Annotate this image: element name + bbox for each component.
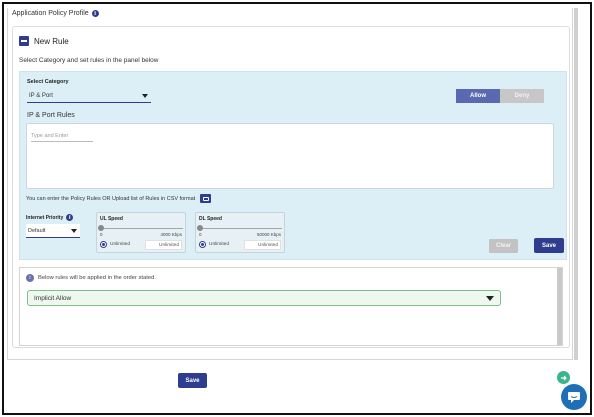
page-title-row: Application Policy Profile i [12,10,99,17]
rules-order-text: Below rules will be applied in the order… [38,275,156,281]
internet-priority-dropdown[interactable]: Default [26,224,80,238]
new-rule-header[interactable]: New Rule [19,36,69,46]
new-rule-heading: New Rule [34,36,69,46]
dl-speed-box: DL Speed 0 50000 Kbps Unlimited Unlimite… [195,212,285,253]
select-category-dropdown[interactable]: IP & Port [27,89,151,103]
csv-upload-row: You can enter the Policy Rules OR Upload… [26,194,212,203]
new-rule-card: New Rule Select Category and set rules i… [12,26,570,348]
dl-speed-label: DL Speed [199,216,222,222]
csv-hint: You can enter the Policy Rules OR Upload… [26,195,196,202]
collapse-icon[interactable] [19,36,29,46]
dl-speed-slider-handle[interactable] [197,225,203,231]
save-rule-button[interactable]: Save [534,238,564,253]
clear-button[interactable]: Clear [489,239,518,253]
info-icon[interactable]: i [91,10,99,17]
rules-list-panel: i Below rules will be applied in the ord… [19,267,563,346]
rule-item-label: Implicit Allow [34,294,72,302]
ul-speed-input[interactable]: Unlimited [145,240,182,250]
dl-speed-min: 0 [199,232,202,237]
save-profile-button[interactable]: Save [178,373,207,388]
dl-speed-max: 50000 Kbps [256,232,281,237]
ul-unlimited-label: Unlimited [110,242,130,247]
select-category-value: IP & Port [29,92,53,99]
internet-priority-label: Internet Priority [26,214,64,221]
ul-speed-label: UL Speed [100,216,123,222]
ul-speed-slider-handle[interactable] [98,225,104,231]
info-icon: i [26,274,34,282]
ul-speed-slider-track[interactable] [100,228,183,229]
page-title: Application Policy Profile [12,10,89,17]
rules-input-placeholder[interactable]: Type and Enter [31,133,93,142]
rules-input-area[interactable]: Type and Enter [26,123,554,189]
rules-order-note: i Below rules will be applied in the ord… [26,274,156,282]
app-window: Application Policy Profile i New Rule Se… [2,2,592,415]
ul-speed-min: 0 [100,232,103,237]
rules-list-scrollbar[interactable] [557,268,562,345]
upload-csv-icon[interactable] [200,194,212,203]
dl-unlimited-radio[interactable] [199,241,206,248]
dl-speed-slider-track[interactable] [199,228,282,229]
ul-unlimited-radio[interactable] [100,241,107,248]
ul-speed-box: UL Speed 0 4000 Kbps Unlimited Unlimited [96,212,186,253]
allow-button[interactable]: Allow [456,89,500,103]
ul-speed-max: 4000 Kbps [160,232,182,237]
deny-button[interactable]: Deny [500,89,544,103]
chat-icon[interactable] [561,384,587,410]
internet-priority-label-row: Internet Priority i [26,214,74,221]
allow-deny-toggle[interactable]: Allow Deny [456,89,544,103]
rules-title: IP & Port Rules [27,112,75,119]
internet-priority-value: Default [28,227,46,234]
dl-speed-input[interactable]: Unlimited [244,240,281,250]
dl-unlimited-label: Unlimited [209,242,229,247]
rule-config-panel: Select Category IP & Port Allow Deny IP … [19,71,567,260]
chevron-down-icon [142,93,148,98]
new-rule-subtitle: Select Category and set rules in the pan… [19,57,159,64]
chevron-down-icon [71,228,77,233]
chevron-down-icon[interactable] [486,295,494,301]
select-category-label: Select Category [27,79,69,85]
rule-item-implicit-allow[interactable]: Implicit Allow [27,290,501,306]
info-icon[interactable]: i [66,214,74,221]
page-scrollbar[interactable] [574,8,578,360]
next-arrow-icon[interactable] [557,371,570,384]
